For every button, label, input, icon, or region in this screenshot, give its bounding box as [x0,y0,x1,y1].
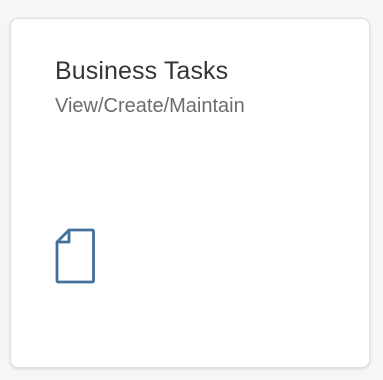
business-tasks-tile[interactable]: Business Tasks View/Create/Maintain [10,18,370,368]
document-icon [55,227,95,285]
tile-title: Business Tasks [55,57,229,85]
tile-subtitle: View/Create/Maintain [55,95,245,117]
